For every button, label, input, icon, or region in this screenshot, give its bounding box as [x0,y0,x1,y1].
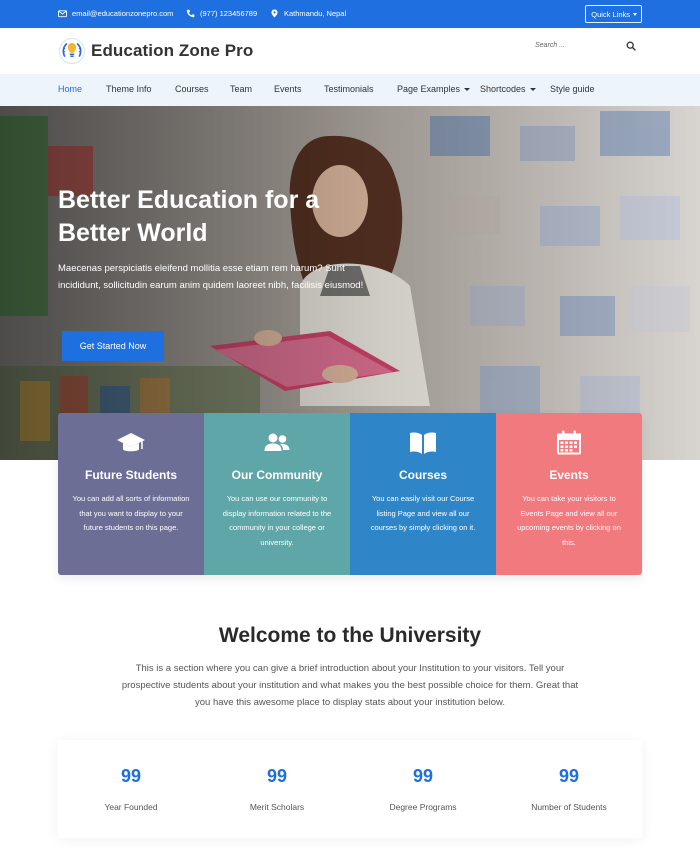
card-text: You can take your visitors to Events Pag… [517,494,621,547]
welcome-title: Welcome to the University [218,624,482,647]
card-title: Our Community [231,468,323,482]
card-title: Courses [398,468,448,482]
card-text: You can use our community to display inf… [222,494,332,547]
chevron-down-icon [529,87,536,91]
card-our-community[interactable]: Our Community You can use our community … [204,413,350,575]
nav-label: Home [58,84,83,94]
contact-phone[interactable]: (977) 123456789 [186,9,257,18]
card-text: You can add all sorts of information tha… [72,494,190,532]
chevron-down-icon [633,13,637,16]
map-pin-icon [271,9,278,18]
nav-home[interactable]: Home [58,84,82,94]
nav-label: Style guide [550,84,595,94]
get-started-button[interactable]: Get Started Now [62,331,164,361]
stat-year-founded: 99 Year Founded [58,740,204,838]
stat-value: 99 [266,766,288,786]
nav-label: Testimonials [324,84,374,94]
search-icon[interactable] [626,41,636,51]
card-future-students[interactable]: Future Students You can add all sorts of… [58,413,204,575]
nav-style-guide[interactable]: Style guide [550,84,595,94]
search-input[interactable]: Search ... [535,42,565,49]
logo-icon[interactable] [58,37,86,65]
stat-value: 99 [412,766,434,786]
phone-icon [186,9,195,18]
stat-label: Degree Programs [389,802,457,812]
feature-cards: Future Students You can add all sorts of… [58,413,642,575]
contact-location-text: Kathmandu, Nepal [284,9,347,18]
nav-label: Team [230,84,253,94]
stats-section: 99 Year Founded 99 Merit Scholars 99 Deg… [58,740,642,838]
nav-label: Shortcodes [480,84,526,94]
graduation-cap-icon [117,433,145,452]
main-navigation: Home Theme Info Courses Team Events Test… [0,74,700,106]
stat-degree-programs: 99 Degree Programs [350,740,496,838]
card-text: You can easily visit our Course listing … [370,494,476,532]
card-courses[interactable]: Courses You can easily visit our Course … [350,413,496,575]
card-title: Future Students [85,468,177,482]
contact-location: Kathmandu, Nepal [270,9,346,18]
nav-testimonials[interactable]: Testimonials [324,84,374,94]
calendar-icon [557,430,581,455]
site-title[interactable]: Education Zone Pro [91,41,253,61]
stat-label: Number of Students [531,802,607,812]
top-bar: email@educationzonepro.com (977) 1234567… [0,0,700,28]
hero-banner: Better Education for a Better World Maec… [0,106,700,460]
chevron-down-icon [464,87,471,91]
nav-label: Theme Info [106,84,152,94]
nav-label: Events [274,84,302,94]
nav-page-examples[interactable]: Page Examples [397,84,471,94]
quick-links-dropdown[interactable]: Quick Links [585,5,642,23]
contact-email-text: email@educationzonepro.com [72,9,174,18]
envelope-icon [58,10,67,18]
stat-number-of-students: 99 Number of Students [496,740,642,838]
stat-value: 99 [558,766,580,786]
nav-events[interactable]: Events [274,84,302,94]
quick-links-label: Quick Links [591,9,630,19]
nav-shortcodes[interactable]: Shortcodes [480,84,536,94]
nav-theme-info[interactable]: Theme Info [106,84,152,94]
stat-value: 99 [120,766,142,786]
nav-label: Page Examples [397,84,461,94]
search-form: Search ... [534,35,642,59]
contact-email[interactable]: email@educationzonepro.com [58,9,173,18]
book-icon [410,432,436,454]
nav-team[interactable]: Team [230,84,252,94]
stat-merit-scholars: 99 Merit Scholars [204,740,350,838]
nav-label: Courses [175,84,209,94]
welcome-text: This is a section where you can give a b… [121,663,579,708]
site-header: Education Zone Pro Search ... [0,28,700,74]
stat-label: Merit Scholars [249,802,305,812]
card-events[interactable]: Events You can take your visitors to Eve… [496,413,642,575]
hero-title: Better Education for a Better World [58,186,320,247]
stat-label: Year Founded [104,802,158,812]
users-icon [264,433,290,451]
nav-courses[interactable]: Courses [175,84,209,94]
contact-phone-text: (977) 123456789 [200,9,258,18]
card-title: Events [549,468,589,482]
hero-text: Maecenas perspiciatis eleifend mollitia … [58,263,364,291]
